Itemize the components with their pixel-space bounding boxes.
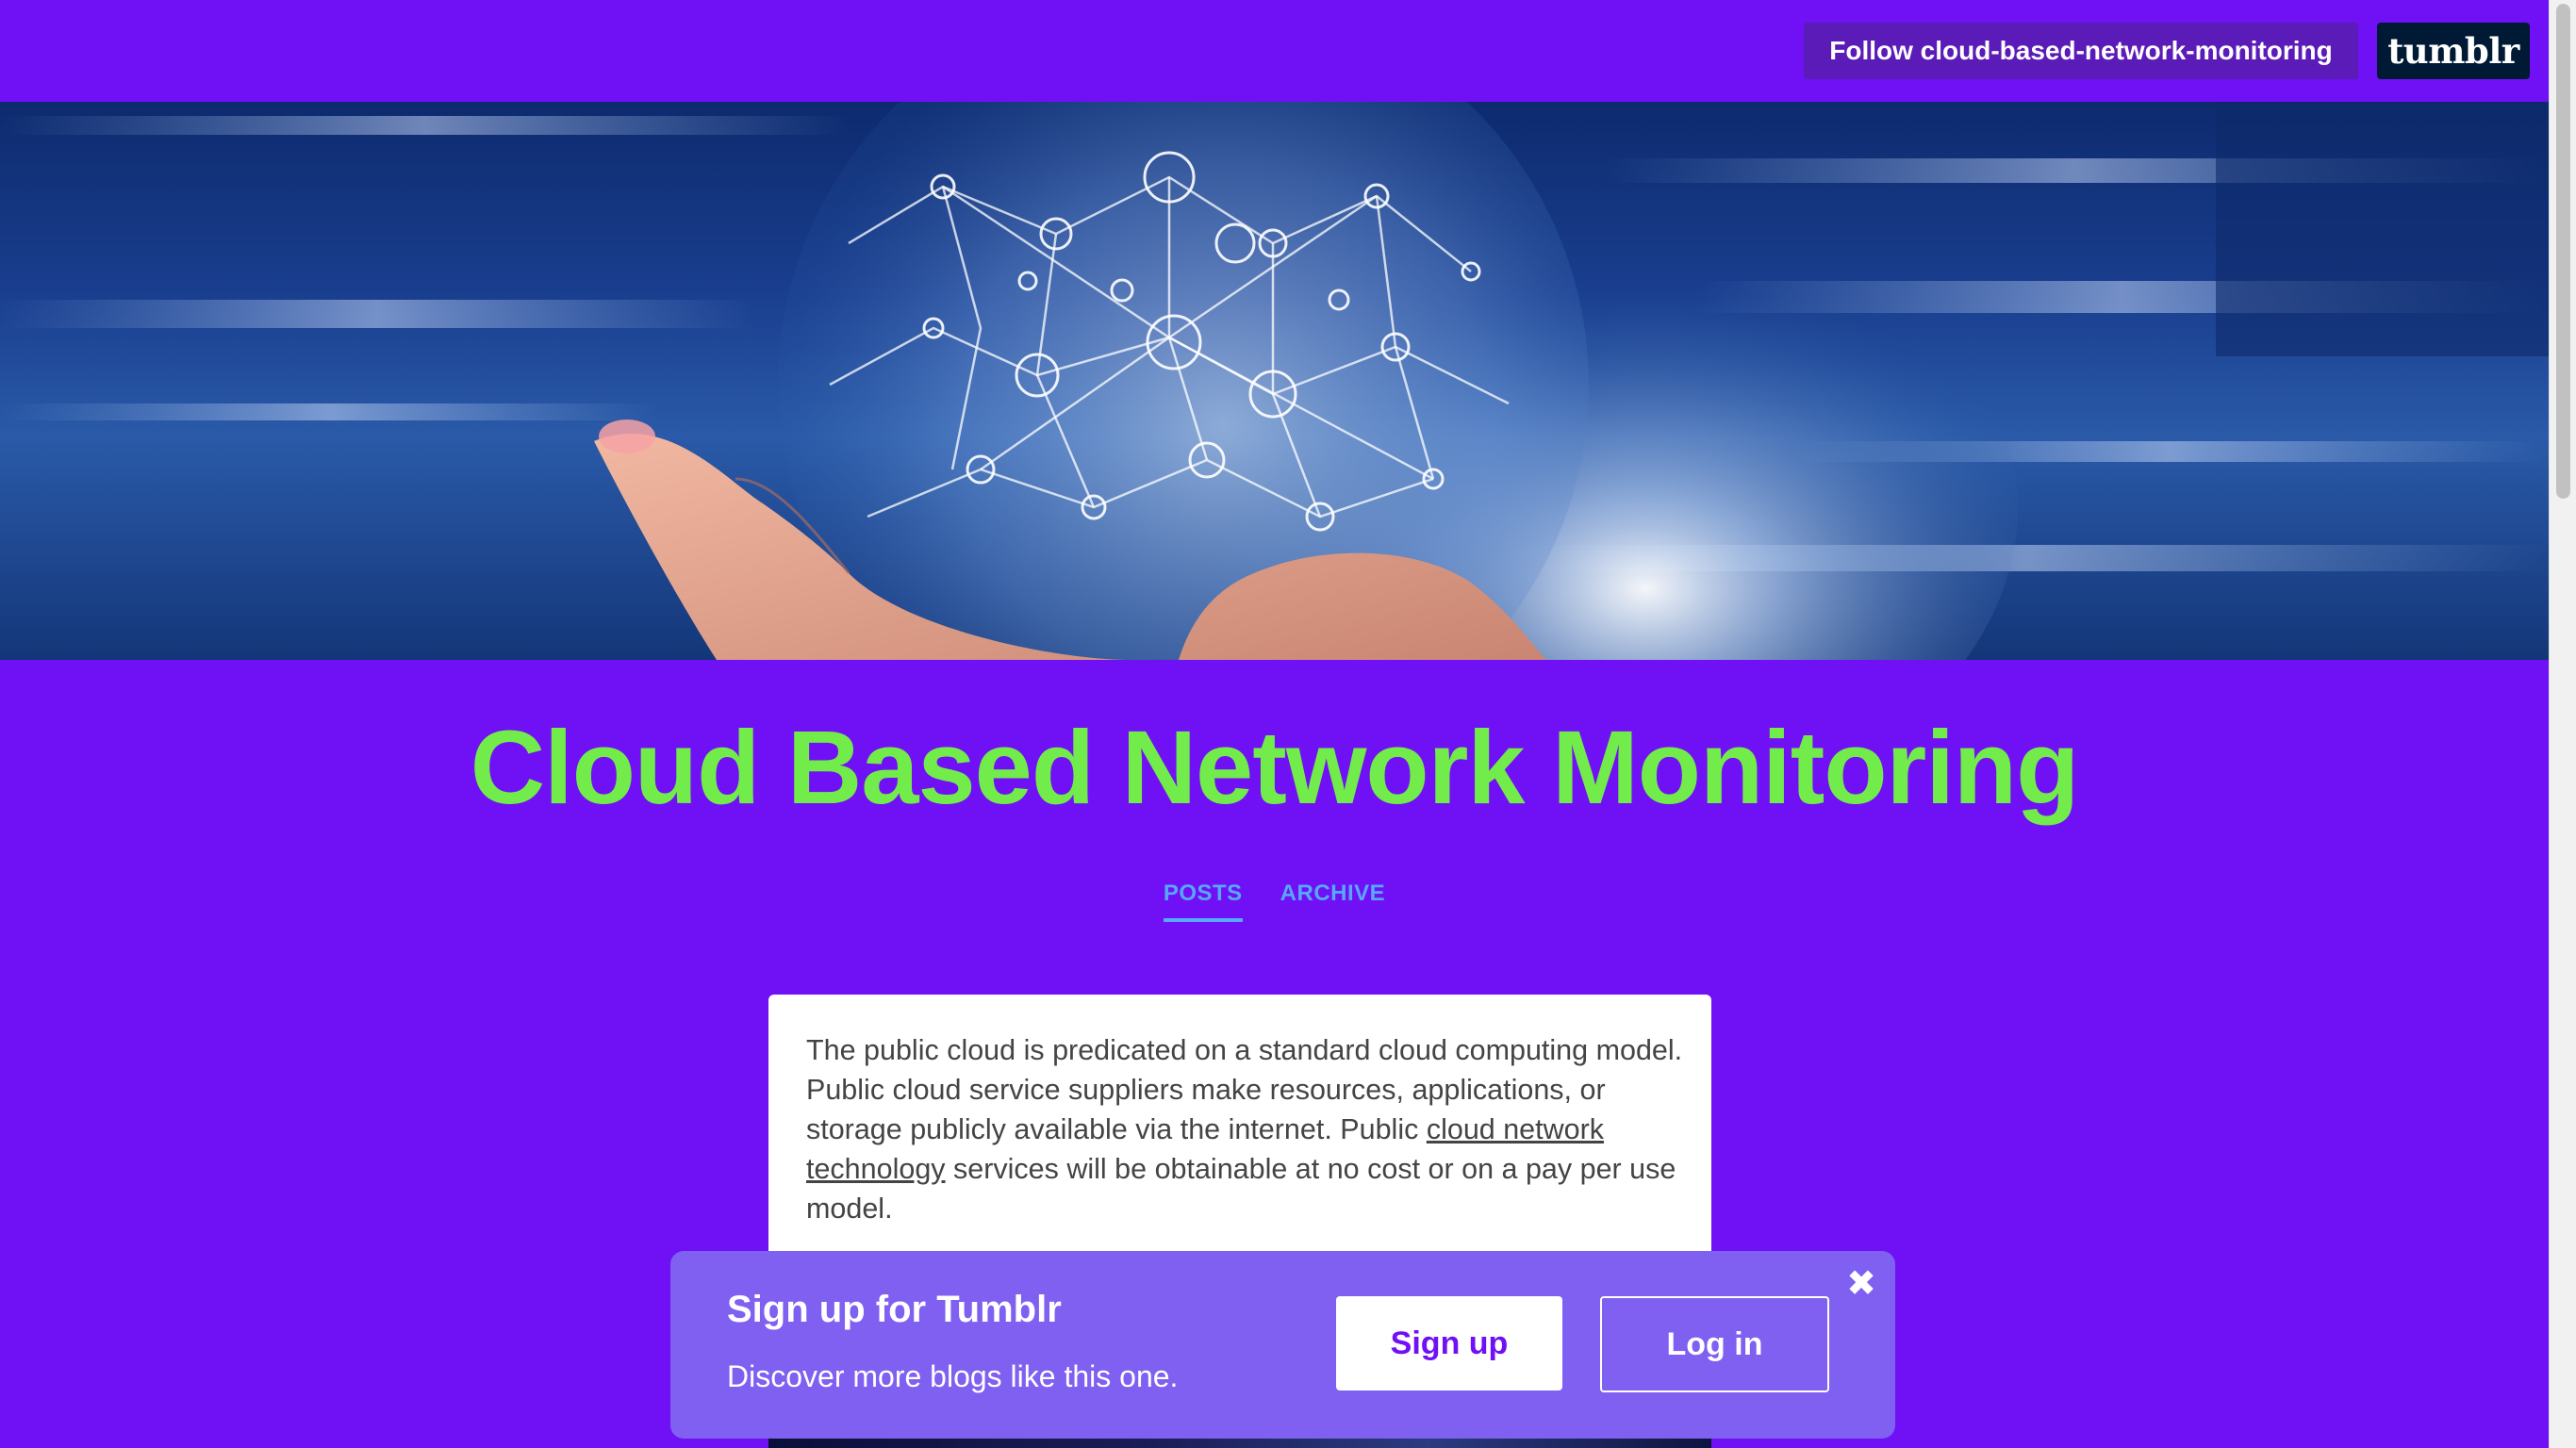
nav-archive-link[interactable]: ARCHIVE xyxy=(1280,880,1386,922)
signup-subtitle: Discover more blogs like this one. xyxy=(727,1359,1179,1393)
post-body: The public cloud is predicated on a stan… xyxy=(806,1030,1683,1228)
header-image xyxy=(0,102,2549,660)
tumblr-logo[interactable]: tumblr xyxy=(2377,23,2530,79)
signup-title: Sign up for Tumblr xyxy=(727,1289,1062,1330)
network-globe-in-hand-image xyxy=(0,102,2549,660)
signup-banner: Sign up for Tumblr Discover more blogs l… xyxy=(670,1251,1895,1439)
nav-posts-link[interactable]: POSTS xyxy=(1163,880,1243,922)
blog-title[interactable]: Cloud Based Network Monitoring xyxy=(0,698,2549,839)
close-icon[interactable]: ✖ xyxy=(1844,1265,1878,1301)
signup-button[interactable]: Sign up xyxy=(1336,1296,1562,1390)
tumblr-blog-page: Follow cloud-based-network-monitoring tu… xyxy=(0,0,2576,1448)
top-bar: Follow cloud-based-network-monitoring tu… xyxy=(0,0,2549,102)
scrollbar-thumb[interactable] xyxy=(2556,4,2570,499)
follow-blog-button[interactable]: Follow cloud-based-network-monitoring xyxy=(1804,23,2358,79)
blog-nav: POSTS ARCHIVE xyxy=(0,880,2549,928)
login-button[interactable]: Log in xyxy=(1600,1296,1829,1392)
page-scrollbar[interactable] xyxy=(2549,0,2576,1448)
